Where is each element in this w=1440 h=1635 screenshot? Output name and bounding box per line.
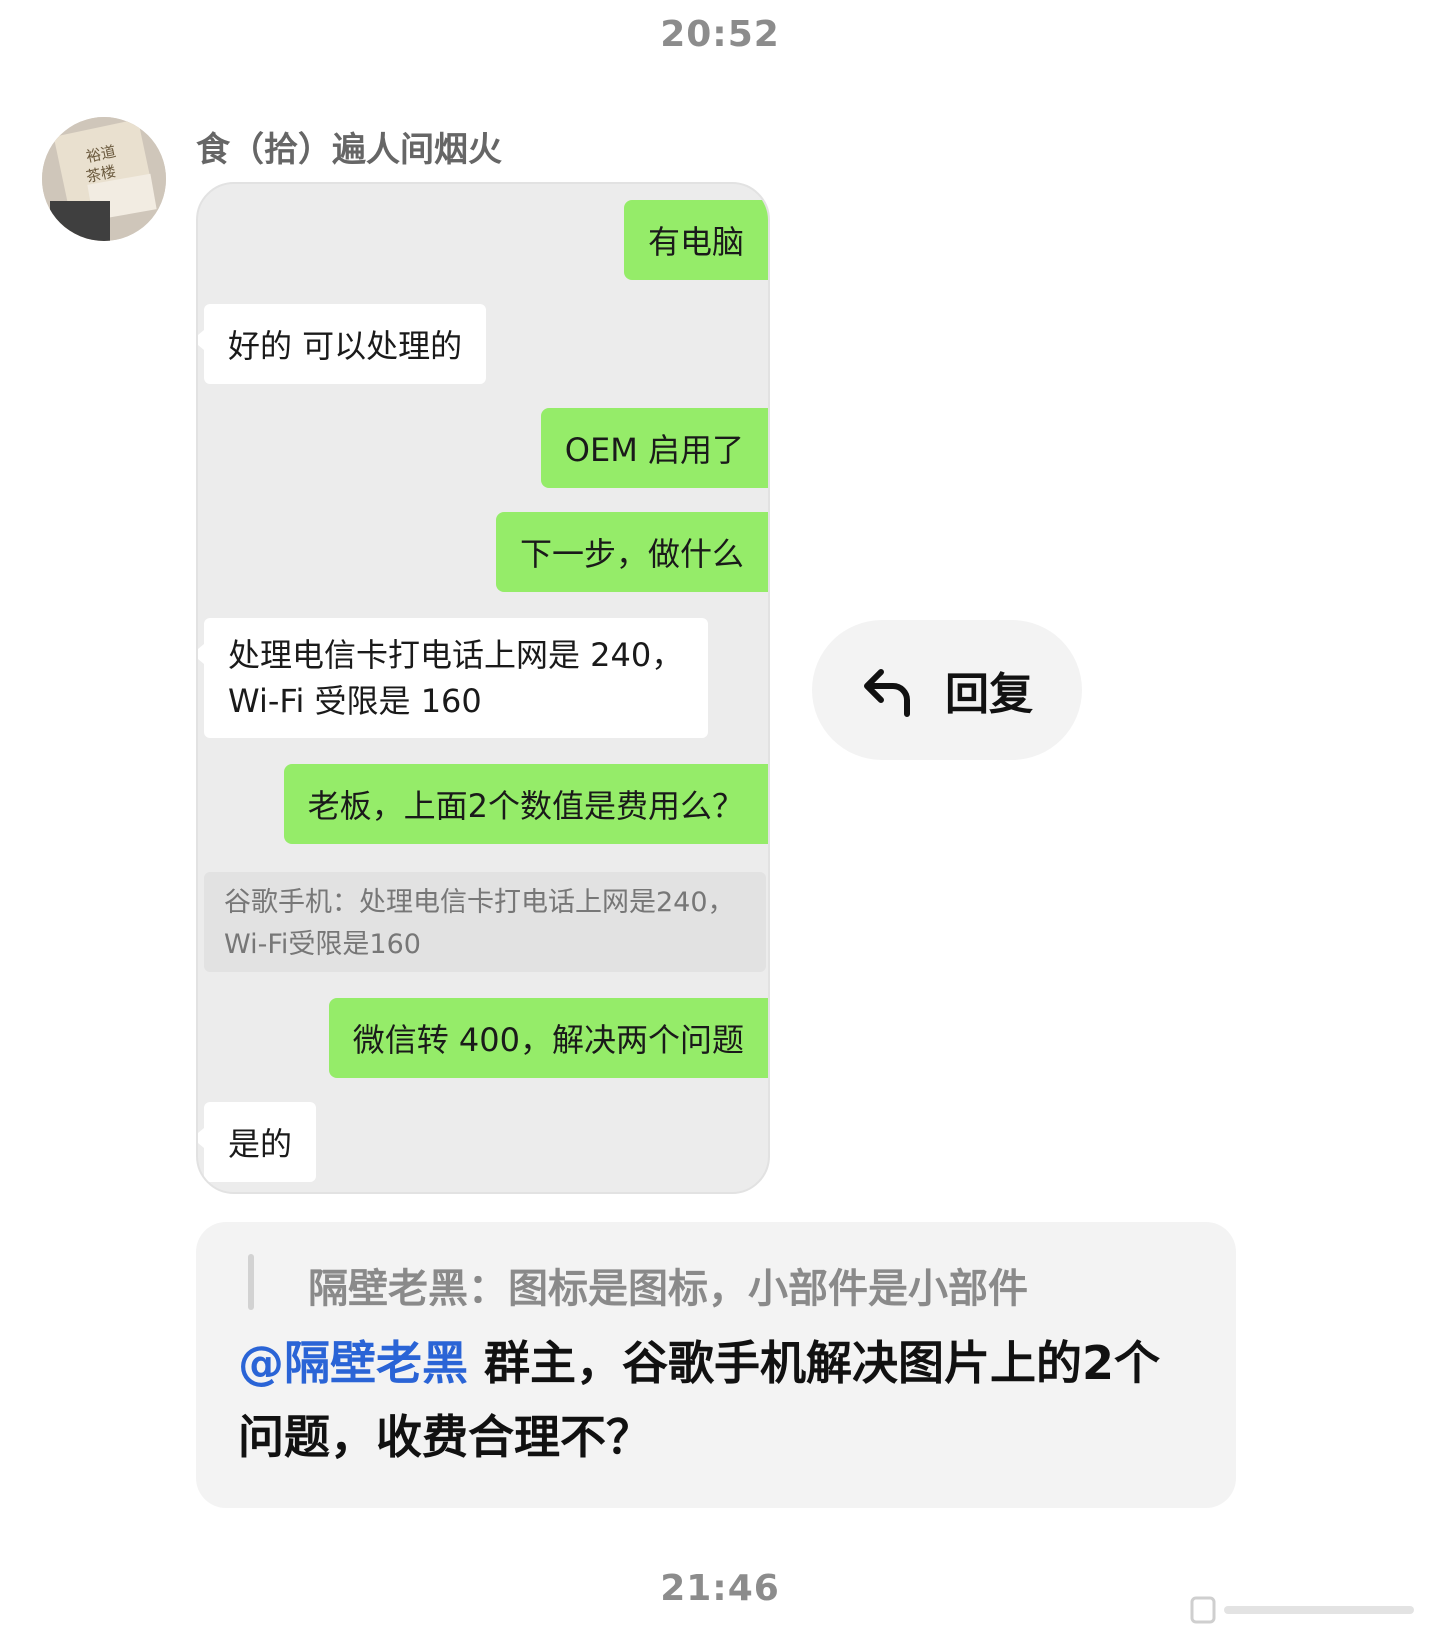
chat-bubble-them: 是的 bbox=[198, 1102, 317, 1182]
reply-label: 回复 bbox=[945, 669, 1033, 720]
outgoing-message[interactable]: 隔壁老黑：图标是图标，小部件是小部件 @隔壁老黑 群主，谷歌手机解决图片上的2个… bbox=[196, 1222, 1236, 1508]
avatar-image: 裕道 茶楼 bbox=[42, 117, 166, 241]
chat-bubble-me: 下一步，做什么 bbox=[495, 512, 768, 592]
chat-bubble-them: 处理电信卡打电话上网是 240， Wi-Fi 受限是 160 bbox=[198, 618, 708, 738]
chat-bubble-me: 有电脑 bbox=[623, 200, 768, 280]
chat-bubble-me: OEM 启用了 bbox=[540, 408, 768, 488]
quoted-message: 谷歌手机：处理电信卡打电话上网是240， Wi-Fi受限是160 bbox=[204, 872, 766, 972]
sender-name: 食（拾）遍人间烟火 bbox=[196, 130, 502, 170]
embedded-chat-screenshot[interactable]: 有电脑 好的 可以处理的 OEM 启用了 下一步，做什么 处理电信卡打电话上网是… bbox=[196, 182, 770, 1194]
bubble-line-1: 处理电信卡打电话上网是 240， bbox=[228, 636, 684, 674]
reply-button[interactable]: 回复 bbox=[812, 620, 1082, 760]
quote-line-2: Wi-Fi受限是160 bbox=[224, 929, 421, 960]
mention-link[interactable]: @隔壁老黑 bbox=[238, 1336, 468, 1390]
watermark-icon bbox=[1190, 1596, 1414, 1624]
timestamp-top: 20:52 bbox=[660, 14, 780, 55]
quoted-reply-text[interactable]: 隔壁老黑：图标是图标，小部件是小部件 bbox=[308, 1256, 1028, 1314]
sender-avatar[interactable]: 裕道 茶楼 bbox=[42, 117, 166, 241]
message-body: @隔壁老黑 群主，谷歌手机解决图片上的2个问题，收费合理不？ bbox=[238, 1326, 1198, 1474]
quote-line-1: 谷歌手机：处理电信卡打电话上网是240， bbox=[224, 887, 735, 918]
chat-bubble-me: 老板，上面2个数值是费用么？ bbox=[283, 764, 768, 844]
quote-bar bbox=[248, 1254, 254, 1310]
chat-bubble-them: 好的 可以处理的 bbox=[198, 304, 487, 384]
bubble-line-2: Wi-Fi 受限是 160 bbox=[228, 682, 482, 720]
reply-arrow-icon bbox=[864, 669, 910, 717]
chat-bubble-me: 微信转 400，解决两个问题 bbox=[328, 998, 768, 1078]
